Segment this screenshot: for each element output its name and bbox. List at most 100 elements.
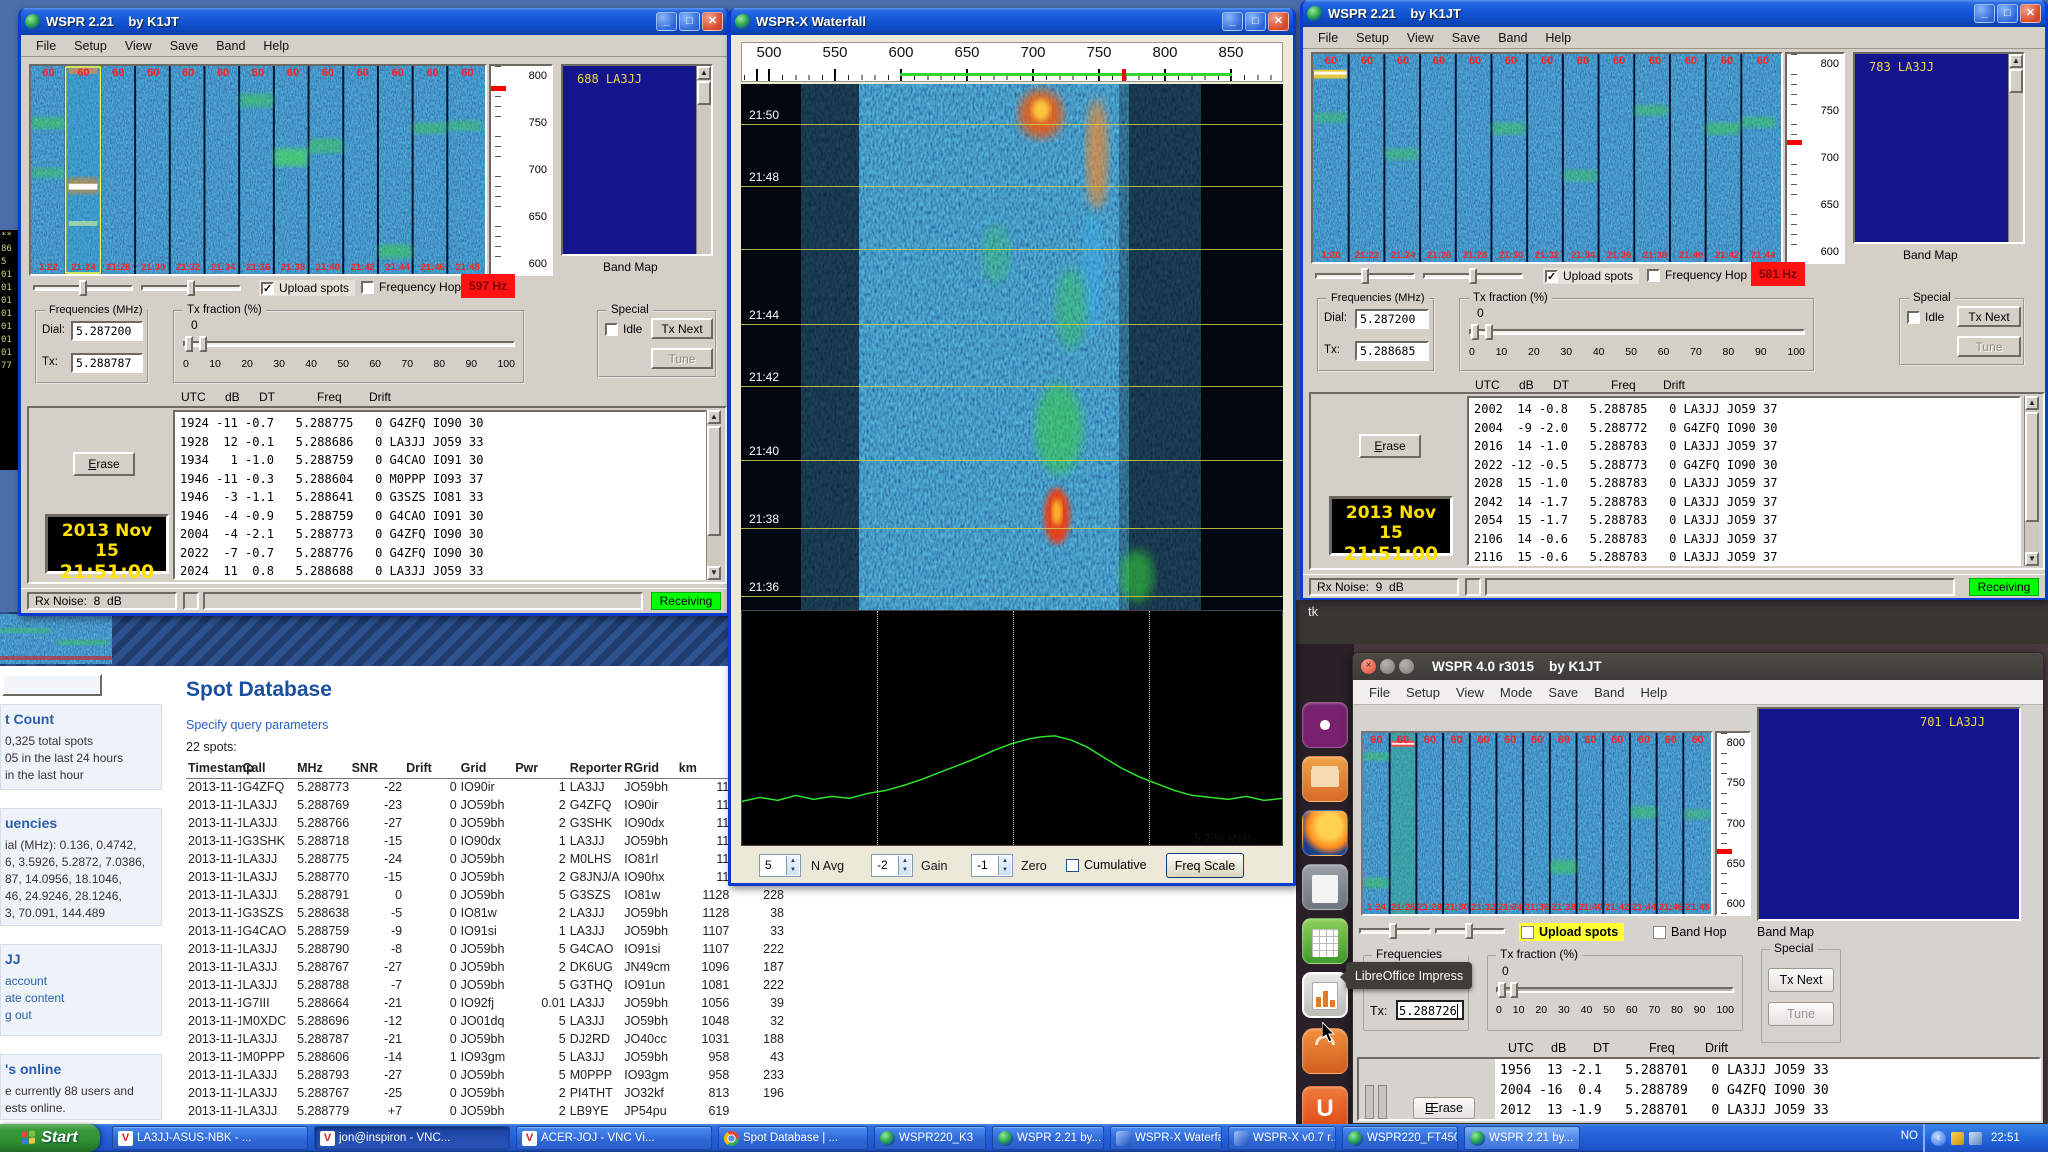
table-scrollbar[interactable]: ▲ ▼	[706, 410, 721, 580]
titlebar[interactable]: WSPR 2.21 by K1JT _ □ ✕	[1303, 0, 2045, 27]
table-row[interactable]: 2013-11-14 22:04G4ZFQ5.288773 -220 IO90i…	[186, 778, 786, 796]
dial-frequency-field[interactable]: 5.287200	[1355, 309, 1429, 329]
band-map-scrollbar[interactable]: ▲	[2008, 54, 2023, 242]
n-avg-spinner[interactable]: 5▲▼	[759, 854, 801, 877]
checkbox-box[interactable]	[1066, 859, 1079, 872]
tune-slider-1[interactable]	[1359, 923, 1431, 939]
maximize-icon[interactable]: □	[1997, 4, 2018, 23]
menu-item[interactable]: View	[116, 37, 161, 55]
table-row[interactable]: 2013-11-15 07:22G7III5.288664 -210 IO92f…	[186, 994, 786, 1012]
scroll-up-icon[interactable]: ▲	[697, 66, 711, 80]
band-map-panel[interactable]: 783 LA3JJ ▲	[1853, 52, 2025, 244]
minimize-icon[interactable]: _	[656, 12, 677, 31]
titlebar[interactable]: WSPR-X Waterfall _ □ ✕	[731, 8, 1293, 35]
table-row[interactable]: 2013-11-15 11:50LA3JJ5.288787 -210 JO59b…	[186, 1030, 786, 1048]
close-icon[interactable]: ✕	[1268, 12, 1289, 31]
freq-scale-button[interactable]: Freq Scale	[1166, 853, 1244, 878]
menu-item[interactable]: Help	[254, 37, 298, 55]
menu-item[interactable]: View	[1398, 29, 1443, 47]
tune-slider-2[interactable]	[1423, 268, 1523, 284]
menu-item[interactable]: Save	[1443, 29, 1490, 47]
language-indicator[interactable]: NO	[1901, 1130, 1918, 1142]
tune-slider-1[interactable]	[1315, 268, 1415, 284]
cumulative-checkbox[interactable]: Cumulative	[1066, 858, 1147, 872]
table-row[interactable]: 2013-11-15 18:14G4CAO5.288759 -90 IO91si…	[186, 922, 786, 940]
waterfall[interactable]: 60606060606060606060606060 1:2021:2221:2…	[1311, 52, 1783, 264]
tx-fraction-slider[interactable]	[183, 336, 515, 352]
band-map-panel[interactable]: 688 LA3JJ ▲	[561, 64, 713, 256]
menu-item[interactable]: Setup	[1398, 683, 1448, 702]
table-row[interactable]: 2013-11-15 19:26LA3JJ5.288791 00 JO59bh5…	[186, 886, 786, 904]
table-row[interactable]: 2013-11-15 19:46G3SZS5.288638 -50 IO81w2…	[186, 904, 786, 922]
dial-frequency-field[interactable]: 5.287200	[71, 321, 143, 341]
band-map-scrollbar[interactable]: ▲	[696, 66, 711, 254]
tx-next-button[interactable]: Tx Next	[1957, 306, 2021, 327]
tune-button[interactable]: Tune	[1957, 336, 2021, 357]
tune-button[interactable]: Tune	[651, 348, 713, 369]
scroll-down-icon[interactable]: ▼	[2025, 552, 2039, 566]
tray-icon-1[interactable]	[1951, 1132, 1964, 1145]
tx-fraction-slider[interactable]	[1496, 982, 1734, 998]
checkbox-box[interactable]: ✓	[1545, 270, 1558, 283]
scroll-up-icon[interactable]: ▲	[707, 410, 721, 424]
zero-spinner[interactable]: -1▲▼	[971, 854, 1013, 877]
tx-frequency-field[interactable]: 5.288726	[1396, 1000, 1464, 1020]
tune-slider-2[interactable]	[141, 280, 241, 296]
upload-spots-checkbox[interactable]: ✓ Upload spots	[1543, 268, 1639, 284]
sidebar-search-box[interactable]	[2, 674, 102, 696]
scroll-up-icon[interactable]: ▲	[2009, 54, 2023, 68]
menu-item[interactable]: Band	[207, 37, 254, 55]
frequency-hop-checkbox[interactable]: Frequency Hop	[361, 280, 461, 294]
table-row[interactable]: 2013-11-14 22:00LA3JJ5.288769 -230 JO59b…	[186, 796, 786, 814]
decode-table[interactable]: 2002 14 -0.8 5.288785 0 LA3JJ JO59 37200…	[1467, 396, 2021, 566]
checkbox-box[interactable]	[1521, 926, 1534, 939]
scroll-up-icon[interactable]: ▲	[2025, 396, 2039, 410]
close-icon[interactable]: ✕	[2020, 4, 2041, 23]
tx-next-button[interactable]: Tx Next	[651, 318, 713, 339]
checkbox-box[interactable]	[361, 281, 374, 294]
taskbar-item-vnc-1[interactable]: VLA3JJ-ASUS-NBK - ...	[112, 1126, 308, 1150]
taskbar-item-wspr220-k3[interactable]: WSPR220_K3	[874, 1126, 986, 1150]
table-row[interactable]: 2013-11-15 05:06LA3JJ5.288779 +70 JO59bh…	[186, 1102, 786, 1120]
tray-icon-2[interactable]	[1969, 1132, 1982, 1145]
menu-item[interactable]: Band	[1586, 683, 1632, 702]
table-row[interactable]: 2013-11-14 23:26LA3JJ5.288767 -250 JO59b…	[186, 1084, 786, 1102]
taskbar-item-browser[interactable]: Spot Database | ...	[718, 1126, 868, 1150]
table-row[interactable]: 2013-11-15 17:14M0XDC5.288696 -120 JO01d…	[186, 1012, 786, 1030]
tune-button[interactable]: Tune	[1768, 1002, 1834, 1026]
minimize-icon[interactable]: _	[1974, 4, 1995, 23]
menu-item[interactable]: Setup	[65, 37, 116, 55]
menu-item[interactable]: File	[1309, 29, 1347, 47]
tk-titlebar[interactable]: tk	[1296, 600, 2048, 644]
menu-item[interactable]: Help	[1536, 29, 1580, 47]
menu-item[interactable]: Mode	[1492, 683, 1541, 702]
table-row[interactable]: 2013-11-15 00:20LA3JJ5.288766 -270 JO59b…	[186, 814, 786, 832]
firefox-icon[interactable]	[1302, 810, 1348, 856]
menu-item[interactable]: View	[1448, 683, 1492, 702]
table-row[interactable]: 2013-11-15 11:50LA3JJ5.288793 -270 JO59b…	[186, 1066, 786, 1084]
checkbox-box[interactable]	[605, 323, 618, 336]
menu-item[interactable]: Band	[1489, 29, 1536, 47]
table-row[interactable]: 2013-11-15 01:48LA3JJ5.288770 -150 JO59b…	[186, 868, 786, 886]
minimize-icon[interactable]	[1380, 659, 1395, 674]
taskbar-item-wspr220-ft450[interactable]: WSPR220_FT450	[1342, 1126, 1458, 1150]
wsprx-waterfall[interactable]: 21:50 21:48 21:44 21:42 21:40 21:38 21:3…	[741, 84, 1283, 610]
wspr4-waterfall[interactable]: 60606060606060606060606060 1:2421:2621:2…	[1361, 731, 1713, 916]
erase-button[interactable]: Erase	[1359, 434, 1421, 458]
checkbox-box[interactable]: ✓	[261, 282, 274, 295]
menu-item[interactable]: Setup	[1347, 29, 1398, 47]
frequency-hop-checkbox[interactable]: Frequency Hop	[1647, 268, 1747, 282]
band-hop-checkbox[interactable]: Band Hop	[1653, 925, 1727, 939]
tx-next-button[interactable]: Tx Next	[1768, 968, 1834, 992]
decode-table[interactable]: 1956 13 -2.1 5.288701 0 LA3JJ JO59 33200…	[1495, 1059, 2039, 1119]
tx-frequency-field[interactable]: 5.288685	[1355, 341, 1429, 361]
tune-slider-2[interactable]	[1435, 923, 1505, 939]
upload-spots-checkbox[interactable]: Upload spots	[1519, 923, 1624, 941]
tx-frequency-field[interactable]: 5.288787	[71, 353, 143, 373]
taskbar-item-wspr221-a[interactable]: WSPR 2.21 by...	[992, 1126, 1104, 1150]
table-row[interactable]: 2013-11-15 11:56M0PPP5.288606 -141 IO93g…	[186, 1048, 786, 1066]
titlebar[interactable]: WSPR 2.21 by K1JT _ □ ✕	[21, 8, 727, 35]
menu-item[interactable]: Help	[1632, 683, 1675, 702]
upload-spots-checkbox[interactable]: ✓ Upload spots	[259, 280, 355, 296]
menu-item[interactable]: File	[1361, 683, 1398, 702]
